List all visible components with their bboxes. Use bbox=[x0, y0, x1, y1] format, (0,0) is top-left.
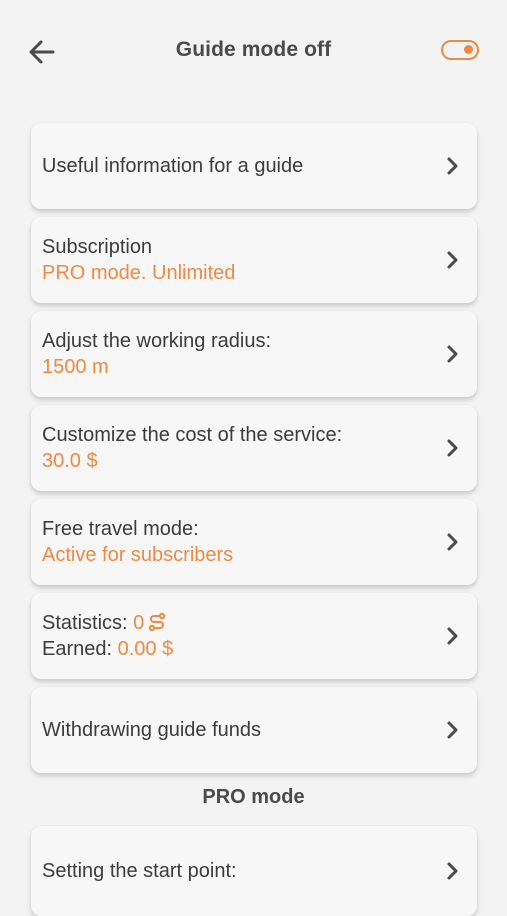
service-cost-value: 30.0 $ bbox=[42, 450, 98, 472]
working-radius-item[interactable]: Adjust the working radius: 1500 m bbox=[31, 311, 477, 397]
earned-label: Earned: bbox=[42, 638, 118, 660]
subscription-item[interactable]: Subscription PRO mode. Unlimited bbox=[31, 217, 477, 303]
route-icon bbox=[149, 612, 166, 632]
working-radius-value: 1500 m bbox=[42, 356, 109, 378]
chevron-right-icon bbox=[447, 345, 458, 363]
subscription-label: Subscription bbox=[42, 236, 153, 258]
service-cost-item[interactable]: Customize the cost of the service: 30.0 … bbox=[31, 405, 477, 491]
chevron-right-icon bbox=[447, 627, 458, 645]
statistics-item[interactable]: Statistics: 0 Earned: 0.00 $ bbox=[31, 593, 477, 679]
withdraw-funds-label: Withdrawing guide funds bbox=[42, 719, 262, 741]
start-point-label: Setting the start point: bbox=[42, 860, 237, 882]
toggle-knob bbox=[464, 45, 473, 54]
start-point-item[interactable]: Setting the start point: bbox=[31, 826, 477, 916]
guide-mode-toggle[interactable] bbox=[441, 40, 479, 60]
statistics-count: 0 bbox=[133, 612, 145, 634]
earned-value: 0.00 $ bbox=[117, 638, 174, 660]
useful-info-label: Useful information for a guide bbox=[42, 155, 304, 177]
chevron-right-icon bbox=[447, 721, 458, 739]
statistics-label: Statistics: bbox=[42, 612, 134, 634]
free-travel-value: Active for subscribers bbox=[42, 544, 234, 566]
free-travel-label: Free travel mode: bbox=[42, 518, 199, 540]
chevron-right-icon bbox=[447, 533, 458, 551]
useful-info-item[interactable]: Useful information for a guide bbox=[31, 123, 477, 209]
chevron-right-icon bbox=[447, 439, 458, 457]
free-travel-item[interactable]: Free travel mode: Active for subscribers bbox=[31, 499, 477, 585]
settings-list: Useful information for a guide Subscript… bbox=[31, 123, 477, 781]
top-bar: Guide mode off bbox=[0, 0, 507, 104]
statistics-row: Statistics: 0 bbox=[42, 610, 423, 636]
subscription-value: PRO mode. Unlimited bbox=[42, 262, 236, 284]
withdraw-funds-item[interactable]: Withdrawing guide funds bbox=[31, 687, 477, 773]
working-radius-label: Adjust the working radius: bbox=[42, 330, 272, 352]
page-title: Guide mode off bbox=[175, 38, 332, 61]
chevron-right-icon bbox=[447, 862, 458, 880]
chevron-right-icon bbox=[447, 251, 458, 269]
service-cost-label: Customize the cost of the service: bbox=[42, 424, 343, 446]
earned-row: Earned: 0.00 $ bbox=[42, 636, 423, 662]
pro-mode-section-title: PRO mode bbox=[202, 786, 305, 808]
chevron-right-icon bbox=[447, 157, 458, 175]
